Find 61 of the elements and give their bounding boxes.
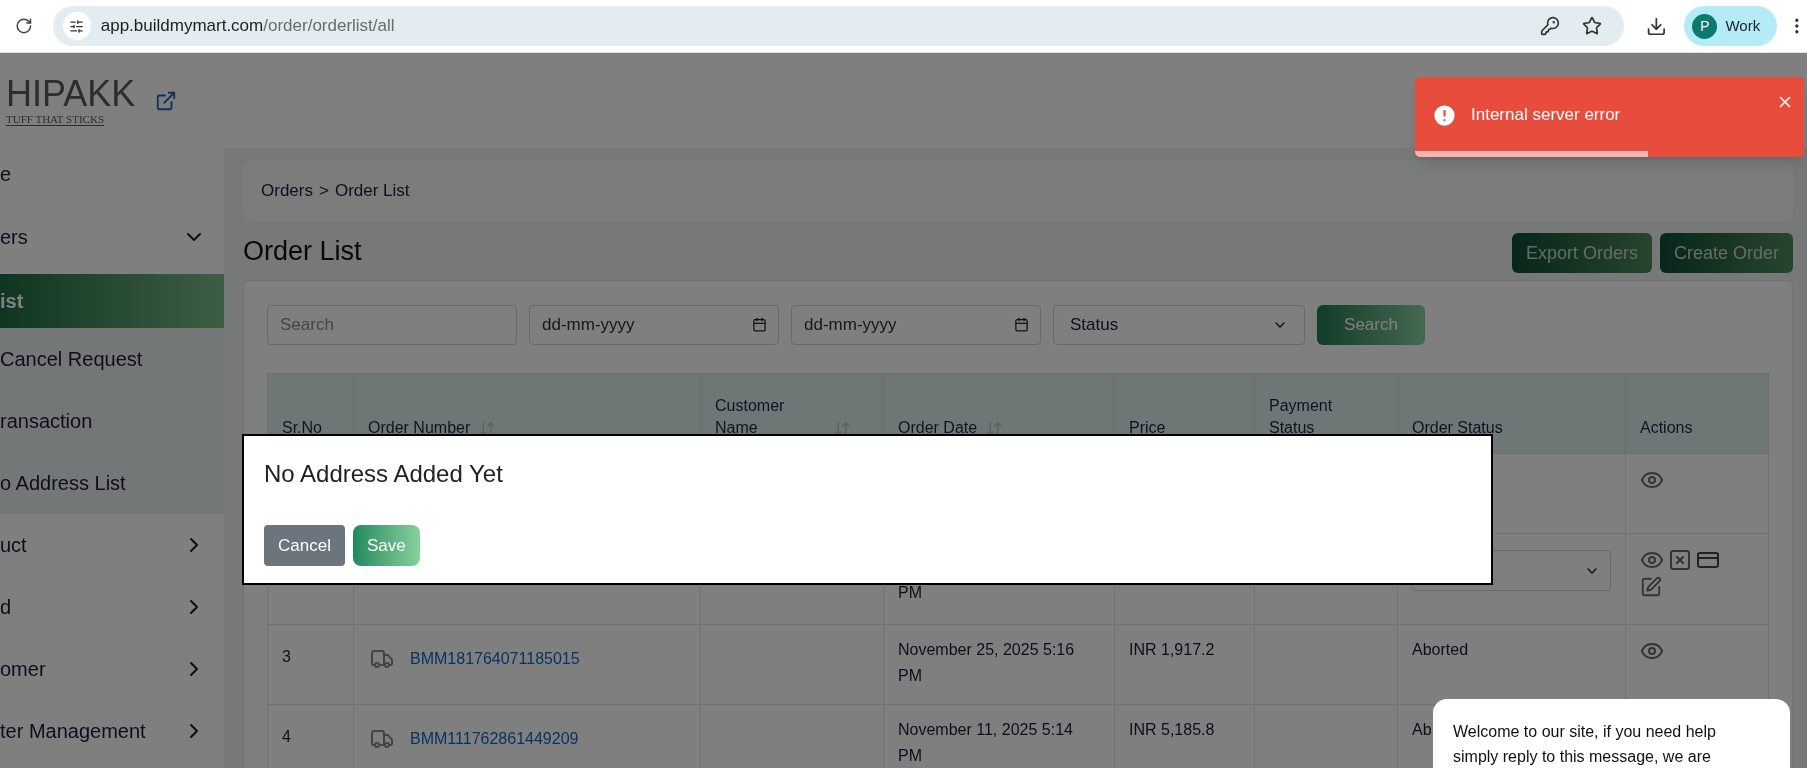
sidebar-item[interactable]: d	[0, 576, 224, 638]
breadcrumb-link[interactable]: Orders	[261, 178, 313, 204]
dialog-title: No Address Added Yet	[264, 459, 504, 489]
calendar-icon[interactable]	[752, 317, 767, 332]
save-button[interactable]: Save	[352, 525, 420, 566]
submenu-item[interactable]: Cancel Request	[0, 328, 224, 390]
table-cell: 4	[282, 728, 291, 745]
table-cell: Aborted	[1412, 641, 1469, 658]
submenu-item[interactable]: ransaction	[0, 390, 224, 452]
order-link[interactable]: BMM181764071185015	[410, 647, 580, 671]
table-cell-text: November 25, 2025 5:16 PM	[898, 640, 1076, 686]
column-header: Sr.No	[282, 418, 322, 438]
table-cell: 3	[282, 648, 291, 665]
sidebar-item[interactable]: uct	[0, 514, 224, 576]
breadcrumb-separator: >	[318, 180, 329, 203]
brand-tagline: TUFF THAT STICKS	[6, 113, 104, 126]
cancel-icon[interactable]	[1668, 548, 1692, 572]
status-select[interactable]: Status	[1053, 305, 1305, 345]
reload-icon[interactable]	[15, 17, 33, 35]
create-button[interactable]: Create Order	[1659, 233, 1793, 273]
date-field[interactable]: dd-mm-yyyy	[529, 305, 779, 345]
search-button[interactable]: Search	[1317, 305, 1425, 345]
chat-message: Welcome to our site, if you need help simply reply to this message, we are	[1453, 722, 1717, 767]
date-field[interactable]: dd-mm-yyyy	[791, 305, 1041, 345]
profile-avatar: P	[1692, 13, 1718, 39]
submenu-item[interactable]: o Address List	[0, 452, 224, 514]
calendar-icon[interactable]	[1014, 317, 1029, 332]
page-title: Order List	[243, 234, 362, 268]
column-header: Payment Status	[1269, 396, 1334, 438]
truck-icon	[368, 647, 396, 671]
url-text: app.buildmymart.com/order/orderlist/all	[100, 15, 395, 38]
download-icon[interactable]	[1645, 15, 1667, 37]
table-cell: INR 1,917.2	[1129, 641, 1215, 658]
truck-icon	[368, 727, 396, 751]
column-header: Price	[1129, 418, 1166, 438]
brand-logo: HIPAKK	[6, 75, 136, 112]
star-icon[interactable]	[1581, 16, 1602, 36]
table-cell-text: November 11, 2025 5:14 PM	[898, 720, 1074, 766]
profile-button[interactable]: P Work	[1684, 6, 1778, 46]
site-info-icon[interactable]	[62, 12, 91, 40]
breadcrumb-current: Order List	[334, 180, 410, 203]
table-cell: INR 5,185.8	[1129, 721, 1215, 738]
export-button[interactable]: Export Orders	[1511, 233, 1652, 273]
table-cell: Ab	[1412, 721, 1432, 738]
column-header: Actions	[1640, 418, 1693, 438]
cancel-button[interactable]: Cancel	[264, 525, 345, 566]
sidebar-item[interactable]: omer	[0, 638, 224, 700]
key-icon[interactable]	[1539, 16, 1560, 36]
sidebar-item[interactable]: ter Management	[0, 700, 224, 762]
address-bar[interactable]: app.buildmymart.com/order/orderlist/all	[52, 6, 1624, 46]
submenu-item[interactable]: ist	[0, 274, 224, 328]
sidebar-item[interactable]: ers	[0, 200, 224, 274]
edit-icon[interactable]	[1640, 576, 1662, 598]
search-field[interactable]: Search	[267, 305, 517, 345]
table-cell-text: PM	[898, 583, 923, 603]
sidebar-item[interactable]: e	[0, 148, 224, 200]
column-header: Order Status	[1412, 418, 1503, 438]
external-link-icon[interactable]	[155, 89, 178, 112]
profile-label: Work	[1725, 15, 1761, 36]
toast-message: Internal server error	[1471, 104, 1621, 127]
order-link[interactable]: BMM111762861449209	[410, 727, 579, 751]
